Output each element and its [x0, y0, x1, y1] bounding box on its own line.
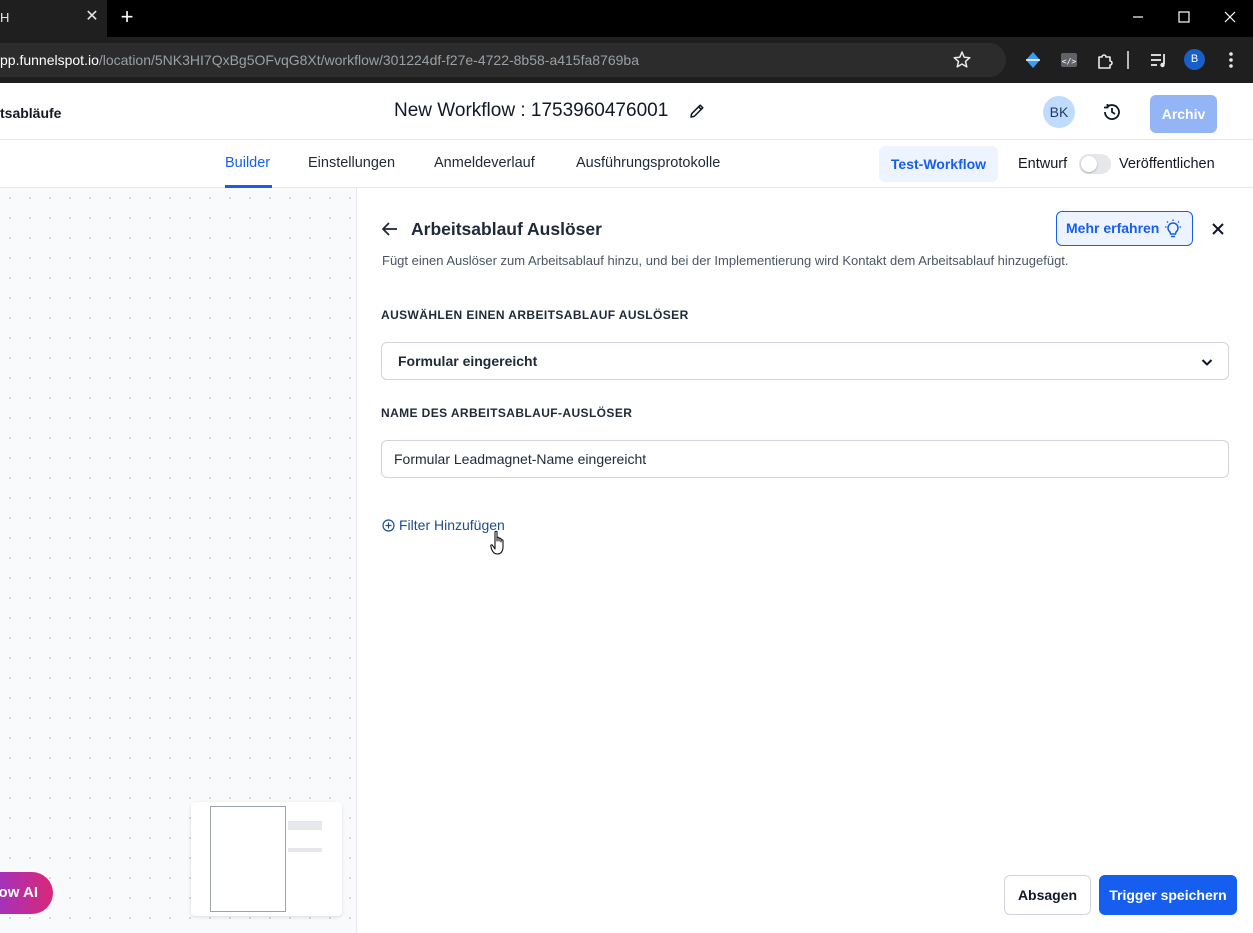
canvas-minimap[interactable] [191, 802, 342, 916]
cancel-button[interactable]: Absagen [1004, 875, 1091, 915]
history-clock-icon[interactable] [1101, 101, 1123, 123]
new-tab-icon[interactable]: + [117, 5, 137, 29]
learn-more-label: Mehr erfahren [1066, 220, 1160, 236]
trigger-name-input[interactable] [381, 440, 1229, 478]
extension-code-icon[interactable]: </> [1058, 49, 1080, 71]
toolbar-divider [1125, 49, 1131, 71]
user-avatar[interactable]: BK [1043, 96, 1075, 128]
breadcrumb[interactable]: tsabläufe [0, 105, 61, 121]
media-queue-icon[interactable] [1148, 49, 1170, 71]
workflow-canvas[interactable]: ow AI [0, 188, 357, 933]
url-host: pp.funnelspot.io [0, 52, 99, 68]
add-filter-label: Filter Hinzufügen [399, 517, 505, 533]
profile-avatar[interactable]: B [1184, 49, 1205, 70]
test-workflow-button[interactable]: Test-Workflow [879, 146, 998, 182]
trigger-type-value: Formular eingereicht [398, 353, 538, 369]
plus-circle-icon [382, 519, 395, 532]
tab-builder[interactable]: Builder [225, 155, 270, 171]
back-arrow-icon[interactable] [380, 219, 400, 239]
minimap-node [288, 821, 322, 830]
lightbulb-icon [1165, 219, 1181, 238]
publish-toggle[interactable] [1079, 154, 1111, 174]
maximize-icon[interactable] [1170, 6, 1198, 28]
panel-title: Arbeitsablauf Auslöser [411, 219, 602, 239]
draft-label: Entwurf [1018, 156, 1068, 172]
edit-pencil-icon[interactable] [688, 102, 706, 120]
tab-ausfuehrungsprotokolle[interactable]: Ausführungsprotokolle [576, 155, 720, 171]
archive-button[interactable]: Archiv [1150, 95, 1217, 133]
publish-label: Veröffentlichen [1119, 156, 1215, 172]
browser-toolbar: pp.funnelspot.io/location/5NK3HI7QxBg5OF… [0, 37, 1253, 83]
close-panel-icon[interactable] [1209, 220, 1227, 238]
browser-tab[interactable]: H ✕ [0, 0, 107, 37]
minimize-icon[interactable] [1124, 6, 1152, 28]
app-header: tsabläufe New Workflow : 1753960476001 B… [0, 83, 1253, 140]
trigger-name-label: NAME DES ARBEITSABLAUF-AUSLÖSER [381, 406, 633, 420]
hand-cursor-icon [490, 530, 508, 556]
chevron-down-icon [1201, 359, 1213, 366]
toggle-knob [1081, 156, 1097, 172]
trigger-select-label: AUSWÄHLEN EINEN ARBEITSABLAUF AUSLÖSER [381, 308, 689, 322]
panel-description: Fügt einen Auslöser zum Arbeitsablauf hi… [382, 253, 1069, 268]
bookmark-star-icon[interactable] [952, 49, 972, 71]
workflow-ai-button[interactable]: ow AI [0, 872, 53, 914]
workflow-title: New Workflow : 1753960476001 [394, 100, 669, 121]
browser-tab-title: H [0, 10, 10, 25]
workflow-nav: Builder Einstellungen Anmeldeverlauf Aus… [0, 140, 1253, 188]
extension-diamond-icon[interactable] [1022, 49, 1044, 71]
url-path: /location/5NK3HI7QxBg5OFvqG8Xt/workflow/… [98, 52, 639, 68]
save-trigger-button[interactable]: Trigger speichern [1099, 875, 1237, 915]
window-close-icon[interactable] [1216, 6, 1244, 28]
minimap-viewport[interactable] [210, 806, 286, 912]
trigger-type-select[interactable]: Formular eingereicht [381, 342, 1229, 380]
tab-anmeldeverlauf[interactable]: Anmeldeverlauf [434, 155, 535, 171]
tab-close-icon[interactable]: ✕ [84, 7, 100, 27]
browser-menu-icon[interactable] [1220, 49, 1242, 71]
trigger-panel: Arbeitsablauf Auslöser Mehr erfahren Füg… [358, 188, 1253, 933]
learn-more-button[interactable]: Mehr erfahren [1056, 211, 1193, 246]
add-filter-link[interactable]: Filter Hinzufügen [382, 517, 505, 533]
extensions-puzzle-icon[interactable] [1094, 49, 1116, 71]
url-text: pp.funnelspot.io/location/5NK3HI7QxBg5OF… [0, 52, 639, 68]
svg-text:</>: </> [1062, 57, 1077, 66]
browser-tabstrip: H ✕ + [0, 0, 1253, 37]
address-bar[interactable]: pp.funnelspot.io/location/5NK3HI7QxBg5OF… [0, 43, 1006, 77]
minimap-node [288, 848, 322, 852]
tab-einstellungen[interactable]: Einstellungen [308, 155, 395, 171]
